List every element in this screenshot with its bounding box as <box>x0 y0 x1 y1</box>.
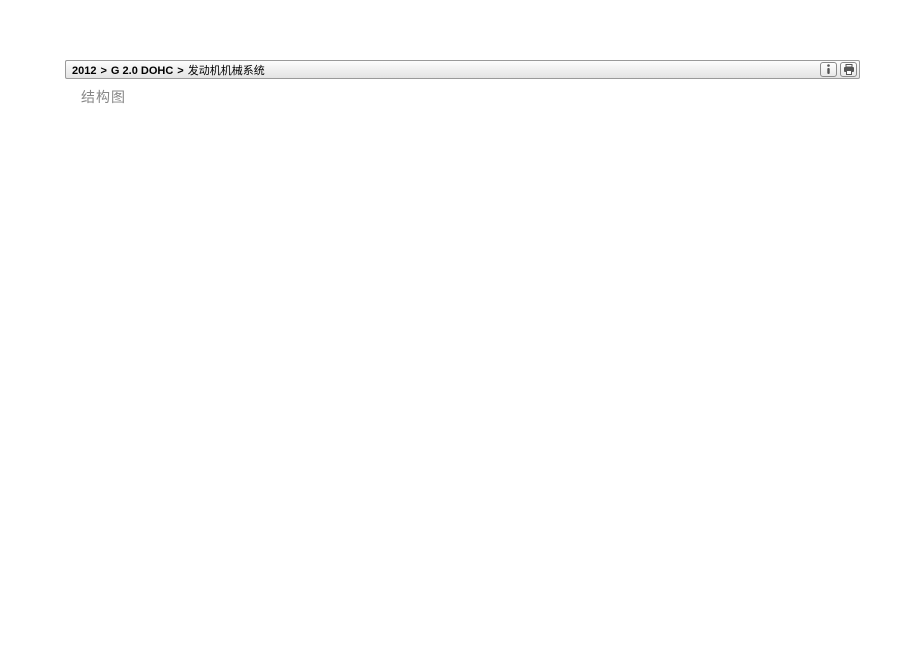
header-icon-group <box>820 62 857 77</box>
info-icon <box>824 64 833 75</box>
breadcrumb-system: 发动机机械系统 <box>188 62 265 78</box>
info-button[interactable] <box>820 62 837 77</box>
breadcrumb-sep: > <box>177 65 183 77</box>
breadcrumb-engine: G 2.0 DOHC <box>111 65 173 77</box>
breadcrumb: 2012 > G 2.0 DOHC > 发动机机械系统 <box>72 62 265 78</box>
breadcrumb-year: 2012 <box>72 65 96 77</box>
breadcrumb-sep: > <box>100 65 106 77</box>
print-button[interactable] <box>840 62 857 77</box>
breadcrumb-header-bar: 2012 > G 2.0 DOHC > 发动机机械系统 <box>65 60 860 79</box>
print-icon <box>843 64 855 75</box>
section-title: 结构图 <box>65 79 860 107</box>
